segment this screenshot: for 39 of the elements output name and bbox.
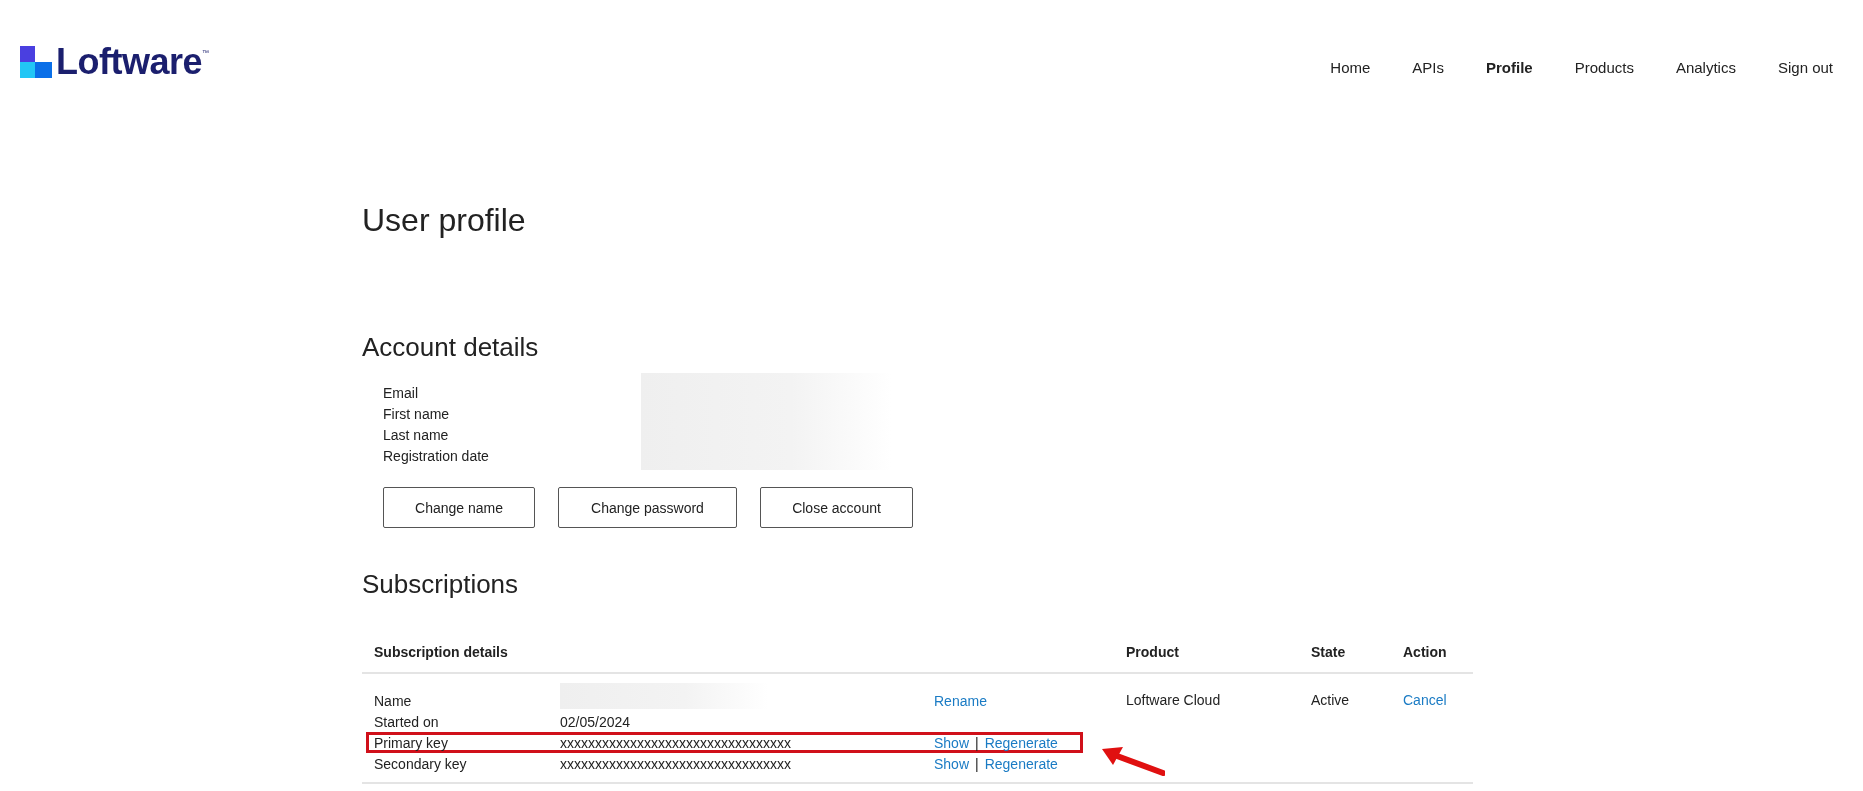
action-link[interactable]: Show <box>934 734 970 751</box>
detail-value: 02/05/2024 <box>560 713 631 730</box>
field-label: Last name <box>383 426 450 445</box>
nav-link[interactable]: Products <box>1574 58 1634 76</box>
action-link[interactable]: Regenerate <box>984 734 1058 751</box>
account-button[interactable]: Change name <box>383 487 535 528</box>
nav-link[interactable]: Home <box>1330 58 1371 76</box>
detail-label: Secondary key <box>374 755 468 772</box>
product-cell: Loftware Cloud <box>1126 692 1221 708</box>
cancel-link[interactable]: Cancel <box>1403 692 1447 708</box>
state-cell: Active <box>1311 692 1350 708</box>
detail-value: xxxxxxxxxxxxxxxxxxxxxxxxxxxxxxxxx <box>560 734 791 751</box>
separator: | <box>975 755 979 772</box>
detail-label: Primary key <box>374 734 449 751</box>
field-label: First name <box>383 405 451 424</box>
detail-value: xxxxxxxxxxxxxxxxxxxxxxxxxxxxxxxxx <box>560 755 791 772</box>
detail-label: Started on <box>374 713 440 730</box>
account-button[interactable]: Change password <box>558 487 737 528</box>
nav-link[interactable]: Profile <box>1486 58 1533 76</box>
field-label: Registration date <box>383 447 490 466</box>
nav-link[interactable]: APIs <box>1412 58 1445 76</box>
brand-name: Loftware <box>56 41 202 83</box>
nav-link[interactable]: Sign out <box>1777 58 1833 76</box>
detail-label: Name <box>374 692 413 709</box>
field-label: Email <box>383 384 419 403</box>
column-header: State <box>1310 644 1347 660</box>
column-header: Action <box>1402 644 1447 660</box>
nav-link[interactable]: Analytics <box>1675 58 1736 76</box>
column-header: Subscription details <box>373 644 509 660</box>
section-heading: Account details <box>362 332 540 363</box>
section-heading: Subscriptions <box>362 569 520 600</box>
action-link[interactable]: Show <box>934 755 970 772</box>
separator: | <box>975 734 979 751</box>
account-button[interactable]: Close account <box>760 487 913 528</box>
logo-squares-icon <box>20 46 52 78</box>
column-header: Product <box>1125 644 1180 660</box>
page-title: User profile <box>362 202 527 239</box>
action-link[interactable]: Regenerate <box>984 755 1058 772</box>
action-link[interactable]: Rename <box>934 692 987 709</box>
